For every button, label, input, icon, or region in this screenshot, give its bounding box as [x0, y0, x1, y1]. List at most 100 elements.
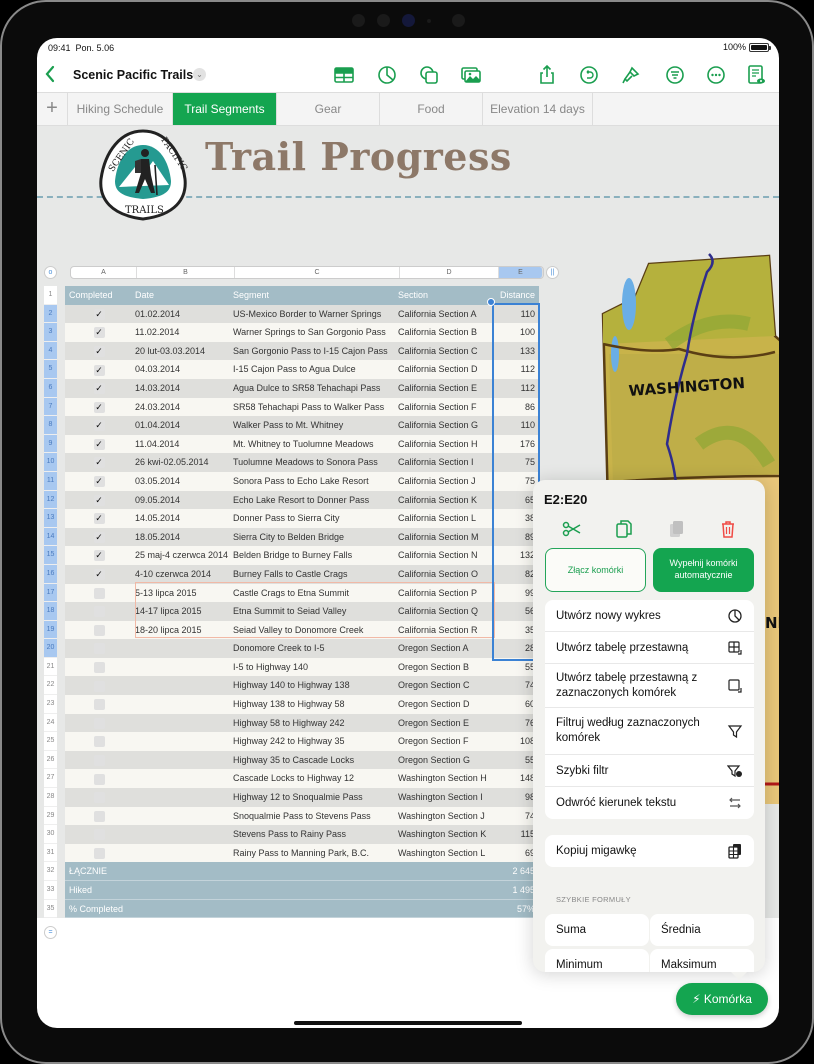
- cell-completed[interactable]: ✓: [65, 528, 133, 547]
- share-icon[interactable]: [536, 64, 558, 86]
- menu-item-filter-by-selection[interactable]: Filtruj według zaznaczonych komórek: [545, 708, 754, 755]
- checkbox-unchecked[interactable]: [93, 736, 105, 748]
- cell-segment[interactable]: Cascade Locks to Highway 12: [233, 769, 398, 788]
- cell-date[interactable]: 01.02.2014: [135, 305, 231, 324]
- cell-section[interactable]: California Section P: [398, 584, 493, 603]
- formula-minimum-button[interactable]: Minimum: [545, 949, 649, 972]
- cell-section[interactable]: California Section A: [398, 305, 493, 324]
- cell-completed[interactable]: [65, 584, 133, 603]
- cell-distance[interactable]: 76: [493, 714, 537, 733]
- cell-segment[interactable]: Echo Lake Resort to Donner Pass: [233, 491, 398, 510]
- footer-label[interactable]: Hiked: [69, 881, 269, 900]
- cell-distance[interactable]: 55: [493, 658, 537, 677]
- column-header-b[interactable]: B: [137, 267, 235, 278]
- cell-date[interactable]: [135, 695, 231, 714]
- cell-date[interactable]: [135, 658, 231, 677]
- formula-sum-button[interactable]: Suma: [545, 914, 649, 946]
- row-header[interactable]: 19: [44, 620, 57, 640]
- tab-food[interactable]: Food: [380, 93, 483, 125]
- cell-segment[interactable]: Highway 58 to Highway 242: [233, 714, 398, 733]
- cell-date[interactable]: 20 lut-03.03.2014: [135, 342, 231, 361]
- cell-completed[interactable]: ✓: [65, 305, 133, 324]
- cell-distance[interactable]: 176: [493, 435, 537, 454]
- row-header[interactable]: 7: [44, 397, 57, 417]
- cell-section[interactable]: Washington Section I: [398, 788, 493, 807]
- cell-segment[interactable]: I-15 Cajon Pass to Agua Dulce: [233, 360, 398, 379]
- checkbox-unchecked[interactable]: [93, 773, 105, 785]
- cell-section[interactable]: California Section B: [398, 323, 493, 342]
- checkbox-checked[interactable]: ✓: [93, 476, 105, 488]
- cell-section[interactable]: Washington Section J: [398, 807, 493, 826]
- cell-segment[interactable]: Tuolumne Meadows to Sonora Pass: [233, 453, 398, 472]
- cell-date[interactable]: 24.03.2014: [135, 398, 231, 417]
- checkbox-unchecked[interactable]: [93, 606, 105, 618]
- cell-distance[interactable]: 115: [493, 825, 537, 844]
- cell-distance[interactable]: 74: [493, 807, 537, 826]
- cell-section[interactable]: Oregon Section A: [398, 639, 493, 658]
- checkbox-unchecked[interactable]: [93, 754, 105, 766]
- cell-segment[interactable]: SR58 Tehachapi Pass to Walker Pass: [233, 398, 398, 417]
- cell-section[interactable]: California Section C: [398, 342, 493, 361]
- cell-segment[interactable]: Warner Springs to San Gorgonio Pass: [233, 323, 398, 342]
- cell-distance[interactable]: 86: [493, 398, 537, 417]
- cell-segment[interactable]: Donner Pass to Sierra City: [233, 509, 398, 528]
- cell-distance[interactable]: 55: [493, 751, 537, 770]
- checkbox-checked[interactable]: ✓: [93, 364, 105, 376]
- cell-completed[interactable]: ✓: [65, 342, 133, 361]
- cell-date[interactable]: [135, 751, 231, 770]
- cell-date[interactable]: 03.05.2014: [135, 472, 231, 491]
- cell-completed[interactable]: ✓: [65, 379, 133, 398]
- cell-completed[interactable]: ✓: [65, 565, 133, 584]
- cell-section[interactable]: Oregon Section D: [398, 695, 493, 714]
- checkbox-unchecked[interactable]: [93, 680, 105, 692]
- cell-date[interactable]: 14.05.2014: [135, 509, 231, 528]
- row-header[interactable]: 33: [44, 881, 57, 900]
- cell-completed[interactable]: [65, 769, 133, 788]
- reading-view-icon[interactable]: [745, 64, 767, 86]
- table-icon[interactable]: [333, 64, 355, 86]
- cell-segment[interactable]: Belden Bridge to Burney Falls: [233, 546, 398, 565]
- checkbox-unchecked[interactable]: [93, 587, 105, 599]
- row-header[interactable]: 15: [44, 546, 57, 565]
- menu-item-reverse-text-direction[interactable]: Odwróć kierunek tekstu: [545, 787, 754, 819]
- footer-value[interactable]: 1 495: [493, 881, 537, 900]
- row-header[interactable]: 10: [44, 453, 57, 472]
- cell-completed[interactable]: ✓: [65, 491, 133, 510]
- footer-label[interactable]: % Completed: [69, 900, 269, 919]
- row-header[interactable]: 6: [44, 378, 57, 398]
- autofill-cells-button[interactable]: Wypełnij komórki automatycznie: [653, 548, 754, 592]
- cell-distance[interactable]: 108: [493, 732, 537, 751]
- tab-elevation[interactable]: Elevation 14 days: [483, 93, 593, 125]
- cell-distance[interactable]: 56: [493, 602, 537, 621]
- cell-segment[interactable]: Donomore Creek to I-5: [233, 639, 398, 658]
- menu-item-copy-snapshot[interactable]: Kopiuj migawkę: [545, 835, 754, 867]
- cell-distance[interactable]: 35: [493, 621, 537, 640]
- cell-completed[interactable]: [65, 676, 133, 695]
- checkbox-unchecked[interactable]: [93, 699, 105, 711]
- more-icon[interactable]: [705, 64, 727, 86]
- row-header[interactable]: 18: [44, 602, 57, 621]
- cell-completed[interactable]: [65, 732, 133, 751]
- row-header[interactable]: 1: [44, 286, 57, 305]
- cell-completed[interactable]: [65, 844, 133, 863]
- cell-section[interactable]: Oregon Section G: [398, 751, 493, 770]
- copy-icon[interactable]: [613, 518, 635, 540]
- cell-section[interactable]: Washington Section H: [398, 769, 493, 788]
- cell-date[interactable]: [135, 732, 231, 751]
- cell-section[interactable]: California Section G: [398, 416, 493, 435]
- cell-section[interactable]: Washington Section K: [398, 825, 493, 844]
- cell-date[interactable]: [135, 807, 231, 826]
- cell-segment[interactable]: Agua Dulce to SR58 Tehachapi Pass: [233, 379, 398, 398]
- row-header[interactable]: 17: [44, 583, 57, 603]
- row-header[interactable]: 28: [44, 788, 57, 807]
- cell-completed[interactable]: ✓: [65, 453, 133, 472]
- cell-completed[interactable]: [65, 825, 133, 844]
- cell-segment[interactable]: Snoqualmie Pass to Stevens Pass: [233, 807, 398, 826]
- cell-section[interactable]: Washington Section L: [398, 844, 493, 863]
- cell-distance[interactable]: 133: [493, 342, 537, 361]
- cell-section[interactable]: California Section K: [398, 491, 493, 510]
- cell-date[interactable]: 09.05.2014: [135, 491, 231, 510]
- menu-item-new-chart[interactable]: Utwórz nowy wykres: [545, 600, 754, 632]
- cell-section[interactable]: California Section E: [398, 379, 493, 398]
- cell-section[interactable]: California Section N: [398, 546, 493, 565]
